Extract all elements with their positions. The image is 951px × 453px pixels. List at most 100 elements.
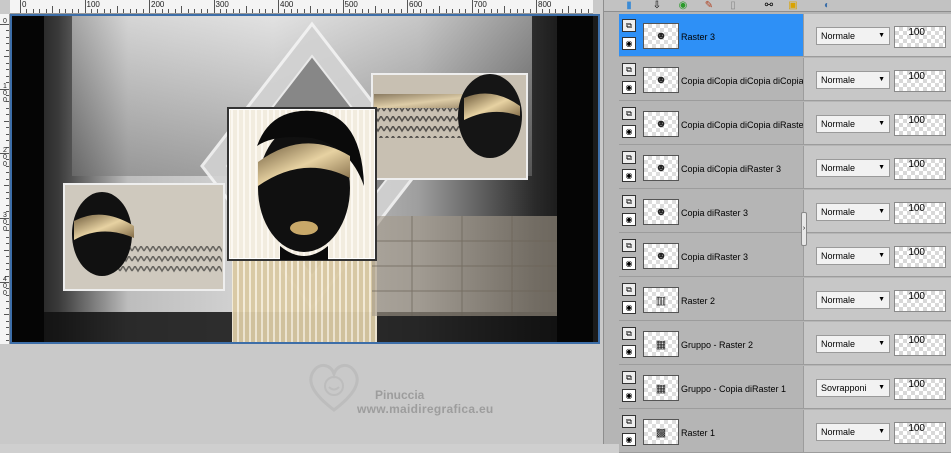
watermark-url: www.maidiregrafica.eu bbox=[357, 402, 494, 416]
mask-icon[interactable]: ◉ bbox=[676, 0, 690, 11]
layer-row[interactable]: ⧉ ◉ ▥ Raster 2 Normale ▼ 100 bbox=[619, 278, 951, 321]
blend-mode-select[interactable]: Normale ▼ bbox=[816, 115, 890, 133]
eye-icon[interactable]: ◉ bbox=[622, 257, 636, 270]
opacity-value[interactable]: 100 bbox=[895, 27, 925, 38]
layer-link-icon[interactable]: ⧉ bbox=[622, 283, 636, 296]
layer-name-cell[interactable]: ⧉ ◉ ☻ Copia diCopia diCopia diCopia bbox=[619, 58, 803, 101]
layer-link-icon[interactable]: ⧉ bbox=[622, 19, 636, 32]
opacity-value[interactable]: 100 bbox=[895, 115, 925, 126]
layer-name-cell[interactable]: ⧉ ◉ ☻ Copia diRaster 3 bbox=[619, 190, 803, 233]
ruler-tick bbox=[471, 0, 473, 13]
opacity-field[interactable]: 100 bbox=[894, 158, 946, 180]
help-icon[interactable]: ◐ bbox=[820, 0, 834, 11]
opacity-value[interactable]: 100 bbox=[895, 159, 925, 170]
layer-row[interactable]: ⧉ ◉ ▩ Raster 1 Normale ▼ 100 bbox=[619, 410, 951, 453]
ruler-tick bbox=[271, 9, 273, 13]
opacity-value[interactable]: 100 bbox=[895, 71, 925, 82]
ruler-tick bbox=[561, 9, 563, 13]
panel-splitter-handle[interactable]: › bbox=[801, 212, 807, 246]
blend-mode-select[interactable]: Sovrapponi ▼ bbox=[816, 379, 890, 397]
layer-name-cell[interactable]: ⧉ ◉ ▦ Gruppo - Copia diRaster 1 bbox=[619, 366, 803, 409]
layer-link-icon[interactable]: ⧉ bbox=[622, 415, 636, 428]
layer-name-cell[interactable]: ⧉ ◉ ▥ Raster 2 bbox=[619, 278, 803, 321]
opacity-value[interactable]: 100 bbox=[895, 247, 925, 258]
layer-link-icon[interactable]: ⧉ bbox=[622, 195, 636, 208]
ruler-tick bbox=[510, 9, 512, 13]
arrow-down-icon[interactable]: ⇩ bbox=[650, 0, 664, 11]
layer-thumbnail: ▥ bbox=[643, 287, 679, 313]
eye-icon[interactable]: ◉ bbox=[622, 213, 636, 226]
opacity-value[interactable]: 100 bbox=[895, 379, 925, 390]
blend-mode-select[interactable]: Normale ▼ bbox=[816, 423, 890, 441]
blend-mode-select[interactable]: Normale ▼ bbox=[816, 159, 890, 177]
eye-icon[interactable]: ◉ bbox=[622, 125, 636, 138]
delete-icon[interactable]: ▯ bbox=[726, 0, 740, 11]
ruler-tick bbox=[6, 204, 9, 206]
blend-mode-select[interactable]: Normale ▼ bbox=[816, 27, 890, 45]
layer-name-cell[interactable]: ⧉ ◉ ▦ Gruppo - Raster 2 bbox=[619, 322, 803, 365]
eye-icon[interactable]: ◉ bbox=[622, 169, 636, 182]
new-layer-icon[interactable]: ▮ bbox=[622, 0, 636, 11]
opacity-field[interactable]: 100 bbox=[894, 334, 946, 356]
image-canvas[interactable] bbox=[12, 16, 593, 342]
eye-icon[interactable]: ◉ bbox=[622, 301, 636, 314]
ruler-label: 100 bbox=[86, 0, 100, 9]
eye-icon[interactable]: ◉ bbox=[622, 345, 636, 358]
brush-icon[interactable]: ✎ bbox=[702, 0, 716, 11]
layer-link-icon[interactable]: ⧉ bbox=[622, 239, 636, 252]
layers-panel: ▮ ⇩ ◉ ✎ ▯ ⚯ ▣ ◐ ⧉ ◉ ☻ Raster 3 Normale ▼ 100 ⧉ ◉… bbox=[603, 0, 951, 453]
ruler-tick bbox=[6, 320, 9, 322]
artwork bbox=[12, 16, 593, 342]
layer-row[interactable]: ⧉ ◉ ☻ Copia diCopia diRaster 3 Normale ▼ 100 bbox=[619, 146, 951, 189]
eye-icon[interactable]: ◉ bbox=[622, 81, 636, 94]
layer-name-cell[interactable]: ⧉ ◉ ☻ Copia diRaster 3 bbox=[619, 234, 803, 277]
opacity-value[interactable]: 100 bbox=[895, 335, 925, 346]
layer-link-icon[interactable]: ⧉ bbox=[622, 63, 636, 76]
dropdown-arrow-icon: ▼ bbox=[878, 120, 885, 127]
blend-mode-select[interactable]: Normale ▼ bbox=[816, 291, 890, 309]
layer-row[interactable]: ⧉ ◉ ☻ Raster 3 Normale ▼ 100 bbox=[619, 14, 951, 57]
opacity-field[interactable]: 100 bbox=[894, 290, 946, 312]
layer-row[interactable]: ⧉ ◉ ☻ Copia diCopia diCopia diCopia Normale ▼… bbox=[619, 58, 951, 101]
ruler-tick bbox=[6, 107, 9, 109]
opacity-field[interactable]: 100 bbox=[894, 26, 946, 48]
ruler-tick bbox=[97, 9, 99, 13]
layer-row[interactable]: ⧉ ◉ ▦ Gruppo - Copia diRaster 1 Sovrapponi ▼ 1… bbox=[619, 366, 951, 409]
opacity-field[interactable]: 100 bbox=[894, 114, 946, 136]
layer-name-cell[interactable]: ⧉ ◉ ☻ Copia diCopia diCopia diRaster bbox=[619, 102, 803, 145]
layer-row[interactable]: ⧉ ◉ ▦ Gruppo - Raster 2 Normale ▼ 100 bbox=[619, 322, 951, 365]
layer-link-icon[interactable]: ⧉ bbox=[622, 327, 636, 340]
ruler-tick bbox=[110, 9, 112, 13]
opacity-field[interactable]: 100 bbox=[894, 70, 946, 92]
blend-mode-select[interactable]: Normale ▼ bbox=[816, 247, 890, 265]
layer-link-icon[interactable]: ⧉ bbox=[622, 371, 636, 384]
opacity-field[interactable]: 100 bbox=[894, 422, 946, 444]
ruler-tick bbox=[303, 9, 305, 13]
opacity-value[interactable]: 100 bbox=[895, 423, 925, 434]
layer-row[interactable]: ⧉ ◉ ☻ Copia diRaster 3 Normale ▼ 100 bbox=[619, 234, 951, 277]
blend-mode-select[interactable]: Normale ▼ bbox=[816, 335, 890, 353]
layer-link-icon[interactable]: ⧉ bbox=[622, 107, 636, 120]
opacity-value[interactable]: 100 bbox=[895, 291, 925, 302]
ruler-tick bbox=[413, 9, 415, 13]
layer-name-cell[interactable]: ⧉ ◉ ☻ Copia diCopia diRaster 3 bbox=[619, 146, 803, 189]
eye-icon[interactable]: ◉ bbox=[622, 389, 636, 402]
eye-icon[interactable]: ◉ bbox=[622, 37, 636, 50]
layers-list: ⧉ ◉ ☻ Raster 3 Normale ▼ 100 ⧉ ◉ ☻ Copia diCopia d… bbox=[619, 14, 951, 453]
layer-row[interactable]: ⧉ ◉ ☻ Copia diRaster 3 Normale ▼ 100 bbox=[619, 190, 951, 233]
layer-link-icon[interactable]: ⧉ bbox=[622, 151, 636, 164]
link-icon[interactable]: ⚯ bbox=[762, 0, 776, 11]
opacity-field[interactable]: 100 bbox=[894, 378, 946, 400]
layer-name-cell[interactable]: ⧉ ◉ ☻ Raster 3 bbox=[619, 14, 803, 57]
opacity-value[interactable]: 100 bbox=[895, 203, 925, 214]
opacity-field[interactable]: 100 bbox=[894, 246, 946, 268]
layer-name-cell[interactable]: ⧉ ◉ ▩ Raster 1 bbox=[619, 410, 803, 453]
ruler-tick bbox=[6, 127, 9, 129]
lock-icon[interactable]: ▣ bbox=[786, 0, 800, 11]
eye-icon[interactable]: ◉ bbox=[622, 433, 636, 446]
blend-mode-select[interactable]: Normale ▼ bbox=[816, 203, 890, 221]
blend-mode-select[interactable]: Normale ▼ bbox=[816, 71, 890, 89]
opacity-field[interactable]: 100 bbox=[894, 202, 946, 224]
layer-row[interactable]: ⧉ ◉ ☻ Copia diCopia diCopia diRaster Normale… bbox=[619, 102, 951, 145]
ruler-tick bbox=[529, 9, 531, 13]
